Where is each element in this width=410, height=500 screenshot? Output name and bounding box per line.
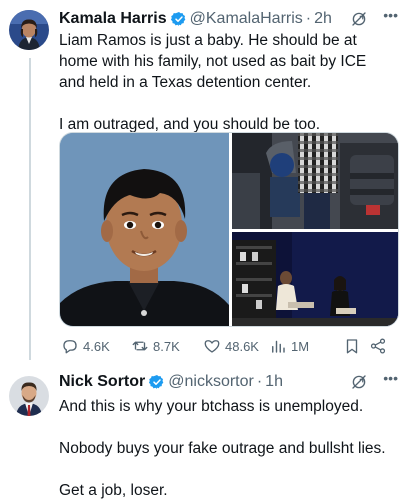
tweet-text: And this is why your btchass is unemploy… [59, 398, 386, 499]
reply-icon [63, 340, 77, 354]
handle[interactable]: @KamalaHarris [190, 10, 303, 28]
tweet-nick-sortor[interactable]: Nick Sortor @nicksortor · 1h ••• And thi… [0, 364, 410, 500]
like-icon [204, 340, 220, 353]
grok-icon[interactable] [350, 373, 368, 391]
handle[interactable]: @nicksortor [168, 373, 254, 391]
media-photo-child-in-hat[interactable] [232, 133, 398, 229]
share-icon [370, 338, 386, 354]
views-icon [272, 340, 285, 353]
grok-icon[interactable] [350, 10, 368, 28]
tweet-header: Nick Sortor @nicksortor · 1h ••• [59, 370, 400, 392]
reply-count: 4.6K [83, 338, 110, 354]
bookmark-button[interactable] [343, 337, 365, 355]
avatar[interactable] [9, 376, 49, 416]
display-name[interactable]: Nick Sortor [59, 373, 145, 391]
media-grid[interactable] [59, 132, 399, 327]
tweet-text: Liam Ramos is just a baby. He should be … [59, 32, 367, 133]
timestamp[interactable]: 1h [265, 373, 283, 391]
separator-dot: · [256, 373, 263, 390]
tweet-kamala-harris[interactable]: Kamala Harris @KamalaHarris · 2h ••• Lia… [0, 0, 410, 362]
share-button[interactable] [369, 337, 391, 355]
separator-dot: · [305, 10, 312, 27]
media-photo-stage-interview[interactable] [232, 232, 398, 326]
more-icon[interactable]: ••• [383, 7, 398, 23]
repost-button[interactable]: 8.7K [131, 337, 180, 355]
bookmark-icon [346, 339, 358, 354]
tweet-actions: 4.6K 8.7K 48.6K 1M [59, 337, 396, 359]
like-button[interactable]: 48.6K [203, 337, 259, 355]
display-name[interactable]: Kamala Harris [59, 10, 167, 28]
verified-badge-icon [149, 375, 164, 389]
repost-icon [132, 341, 148, 351]
more-icon[interactable]: ••• [383, 370, 398, 386]
reply-button[interactable]: 4.6K [61, 337, 110, 355]
avatar[interactable] [9, 10, 49, 50]
media-photo-child-portrait[interactable] [60, 133, 229, 326]
views-button[interactable]: 1M [269, 337, 309, 355]
tweet-header: Kamala Harris @KamalaHarris · 2h ••• [59, 7, 400, 29]
verified-badge-icon [170, 12, 185, 26]
view-count: 1M [291, 338, 310, 354]
like-count: 48.6K [225, 338, 259, 354]
repost-count: 8.7K [153, 338, 180, 354]
timestamp[interactable]: 2h [314, 10, 332, 28]
